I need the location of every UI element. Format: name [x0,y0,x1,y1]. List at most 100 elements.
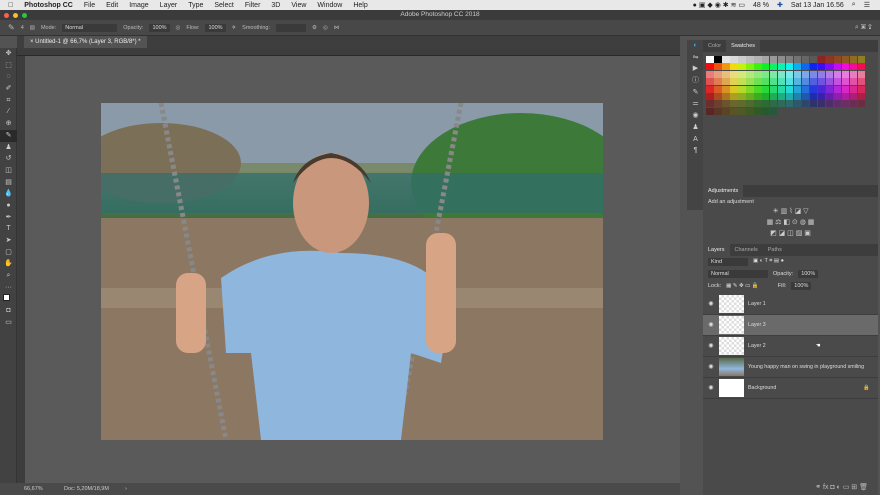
swatch[interactable] [841,100,850,108]
brush-tool-icon[interactable]: ✎ [0,129,17,142]
swatch[interactable] [769,63,778,71]
clone-source-icon[interactable]: ♟ [687,122,704,134]
pressure-opacity-icon[interactable]: ◎ [176,25,181,31]
swatch[interactable] [849,85,858,93]
swatch[interactable] [826,108,834,115]
tab-adjustments[interactable]: Adjustments [703,184,744,197]
swatch[interactable] [841,70,850,78]
status-icons[interactable]: ● ▣ ◆ ◉ ✱ ≋ ▭ [693,1,745,9]
swatch[interactable] [706,85,714,93]
swatch[interactable] [753,56,762,63]
swatch[interactable] [817,78,826,86]
swatch[interactable] [801,78,810,86]
lock-icons[interactable]: ▦ ✎ ✥ ▭ 🔒 [726,283,759,289]
swatch[interactable] [729,56,738,63]
document-tab[interactable]: × Untitled-1 @ 66,7% (Layer 3, RGB/8*) * [24,36,147,48]
layers-footer-icons[interactable]: ⚭ fx ◘ ◐ ▭ ⊞ 🗑 [815,483,868,491]
adjustment-icons-row-1[interactable]: ☀ ▥ ⌇ ◪ ▽ [703,207,878,218]
swatch[interactable] [729,70,738,78]
swatch[interactable] [833,100,842,108]
swatch[interactable] [777,70,786,78]
swatch[interactable] [713,107,722,115]
menu-edit[interactable]: Edit [106,2,118,9]
swatch[interactable] [810,108,818,115]
swatch[interactable] [802,108,810,115]
swatch[interactable] [761,92,770,100]
quick-mask-icon[interactable]: ◘ [0,305,17,317]
swatch[interactable] [737,63,746,71]
swatch[interactable] [761,56,770,63]
pressure-size-icon[interactable]: ◎ [323,25,328,31]
swatch[interactable] [777,78,786,86]
eraser-tool-icon[interactable]: ◫ [0,165,17,177]
swatch[interactable] [825,63,834,71]
swatch[interactable] [809,56,818,63]
tab-channels[interactable]: Channels [730,244,763,256]
flag-icon[interactable]: ✚ [777,1,783,9]
visibility-eye-icon[interactable]: ◉ [703,384,719,391]
swatch[interactable] [713,70,722,78]
swatch[interactable] [778,108,786,115]
swatch[interactable] [857,85,866,93]
document-canvas-photo[interactable] [101,103,603,440]
swatch[interactable] [809,78,818,86]
swatch[interactable] [713,56,722,63]
blur-tool-icon[interactable]: 💧 [0,188,17,200]
quick-select-tool-icon[interactable]: ✐ [0,83,17,95]
layer-row[interactable]: ◉ Young happy man on swing in playground … [703,357,878,378]
flow-field[interactable]: 100% [205,23,226,32]
swatch[interactable] [825,100,834,108]
info-icon[interactable]: ⓘ [687,75,704,87]
swatch[interactable] [713,78,722,86]
type-tool-icon[interactable]: T [0,223,17,235]
tab-layers[interactable]: Layers [703,243,730,256]
swatch[interactable] [801,70,810,78]
swatch[interactable] [713,92,722,100]
swatch[interactable] [745,85,754,93]
zoom-level[interactable]: 66,67% [24,483,43,495]
layer-row[interactable]: ◉ Layer 2 ☚ [703,336,878,357]
swatch[interactable] [706,78,714,86]
brush-size[interactable]: 4 [21,25,24,31]
swatch[interactable] [841,85,850,93]
swatch[interactable] [745,78,754,86]
swatch[interactable] [753,100,762,108]
swatch[interactable] [786,108,794,115]
history-icon[interactable]: ⇋ [687,52,704,64]
tab-swatches[interactable]: Swatches [726,40,761,52]
swatch[interactable] [825,92,834,100]
menu-3d[interactable]: 3D [271,2,280,9]
swatch[interactable] [769,92,778,100]
layer-row[interactable]: ◉ Layer 1 [703,294,878,315]
swatch[interactable] [745,100,754,108]
menu-type[interactable]: Type [188,2,203,9]
swatch[interactable] [777,92,786,100]
swatch[interactable] [706,63,714,71]
eyedropper-tool-icon[interactable]: ⁄ [0,106,17,118]
swatch[interactable] [721,56,730,63]
swatch[interactable] [737,92,746,100]
adjustment-icons-row-2[interactable]: ▦ ⚖ ◧ ⊙ ◍ ▦ [703,218,878,229]
swatch[interactable] [706,92,714,100]
swatch[interactable] [761,85,770,93]
smoothing-field[interactable] [276,23,306,32]
swatch[interactable] [793,100,802,108]
swatch[interactable] [849,78,858,86]
swatch[interactable] [745,107,754,115]
swatch[interactable] [713,63,722,71]
swatch[interactable] [721,92,730,100]
swatch[interactable] [729,107,738,115]
color-panel-icon[interactable]: ◐ [687,40,704,52]
tab-color[interactable]: Color [703,40,726,52]
swatch[interactable] [841,56,850,63]
clock[interactable]: Sat 13 Jan 16.56 [791,2,844,9]
swatch[interactable] [769,78,778,86]
swatch[interactable] [753,107,762,115]
stamp-tool-icon[interactable]: ♟ [0,142,17,154]
swatch[interactable] [769,85,778,93]
gear-icon[interactable]: ⚙ [312,25,317,31]
swatch[interactable] [721,107,730,115]
swatch[interactable] [785,85,794,93]
swatch[interactable] [833,92,842,100]
swatch[interactable] [857,100,866,108]
